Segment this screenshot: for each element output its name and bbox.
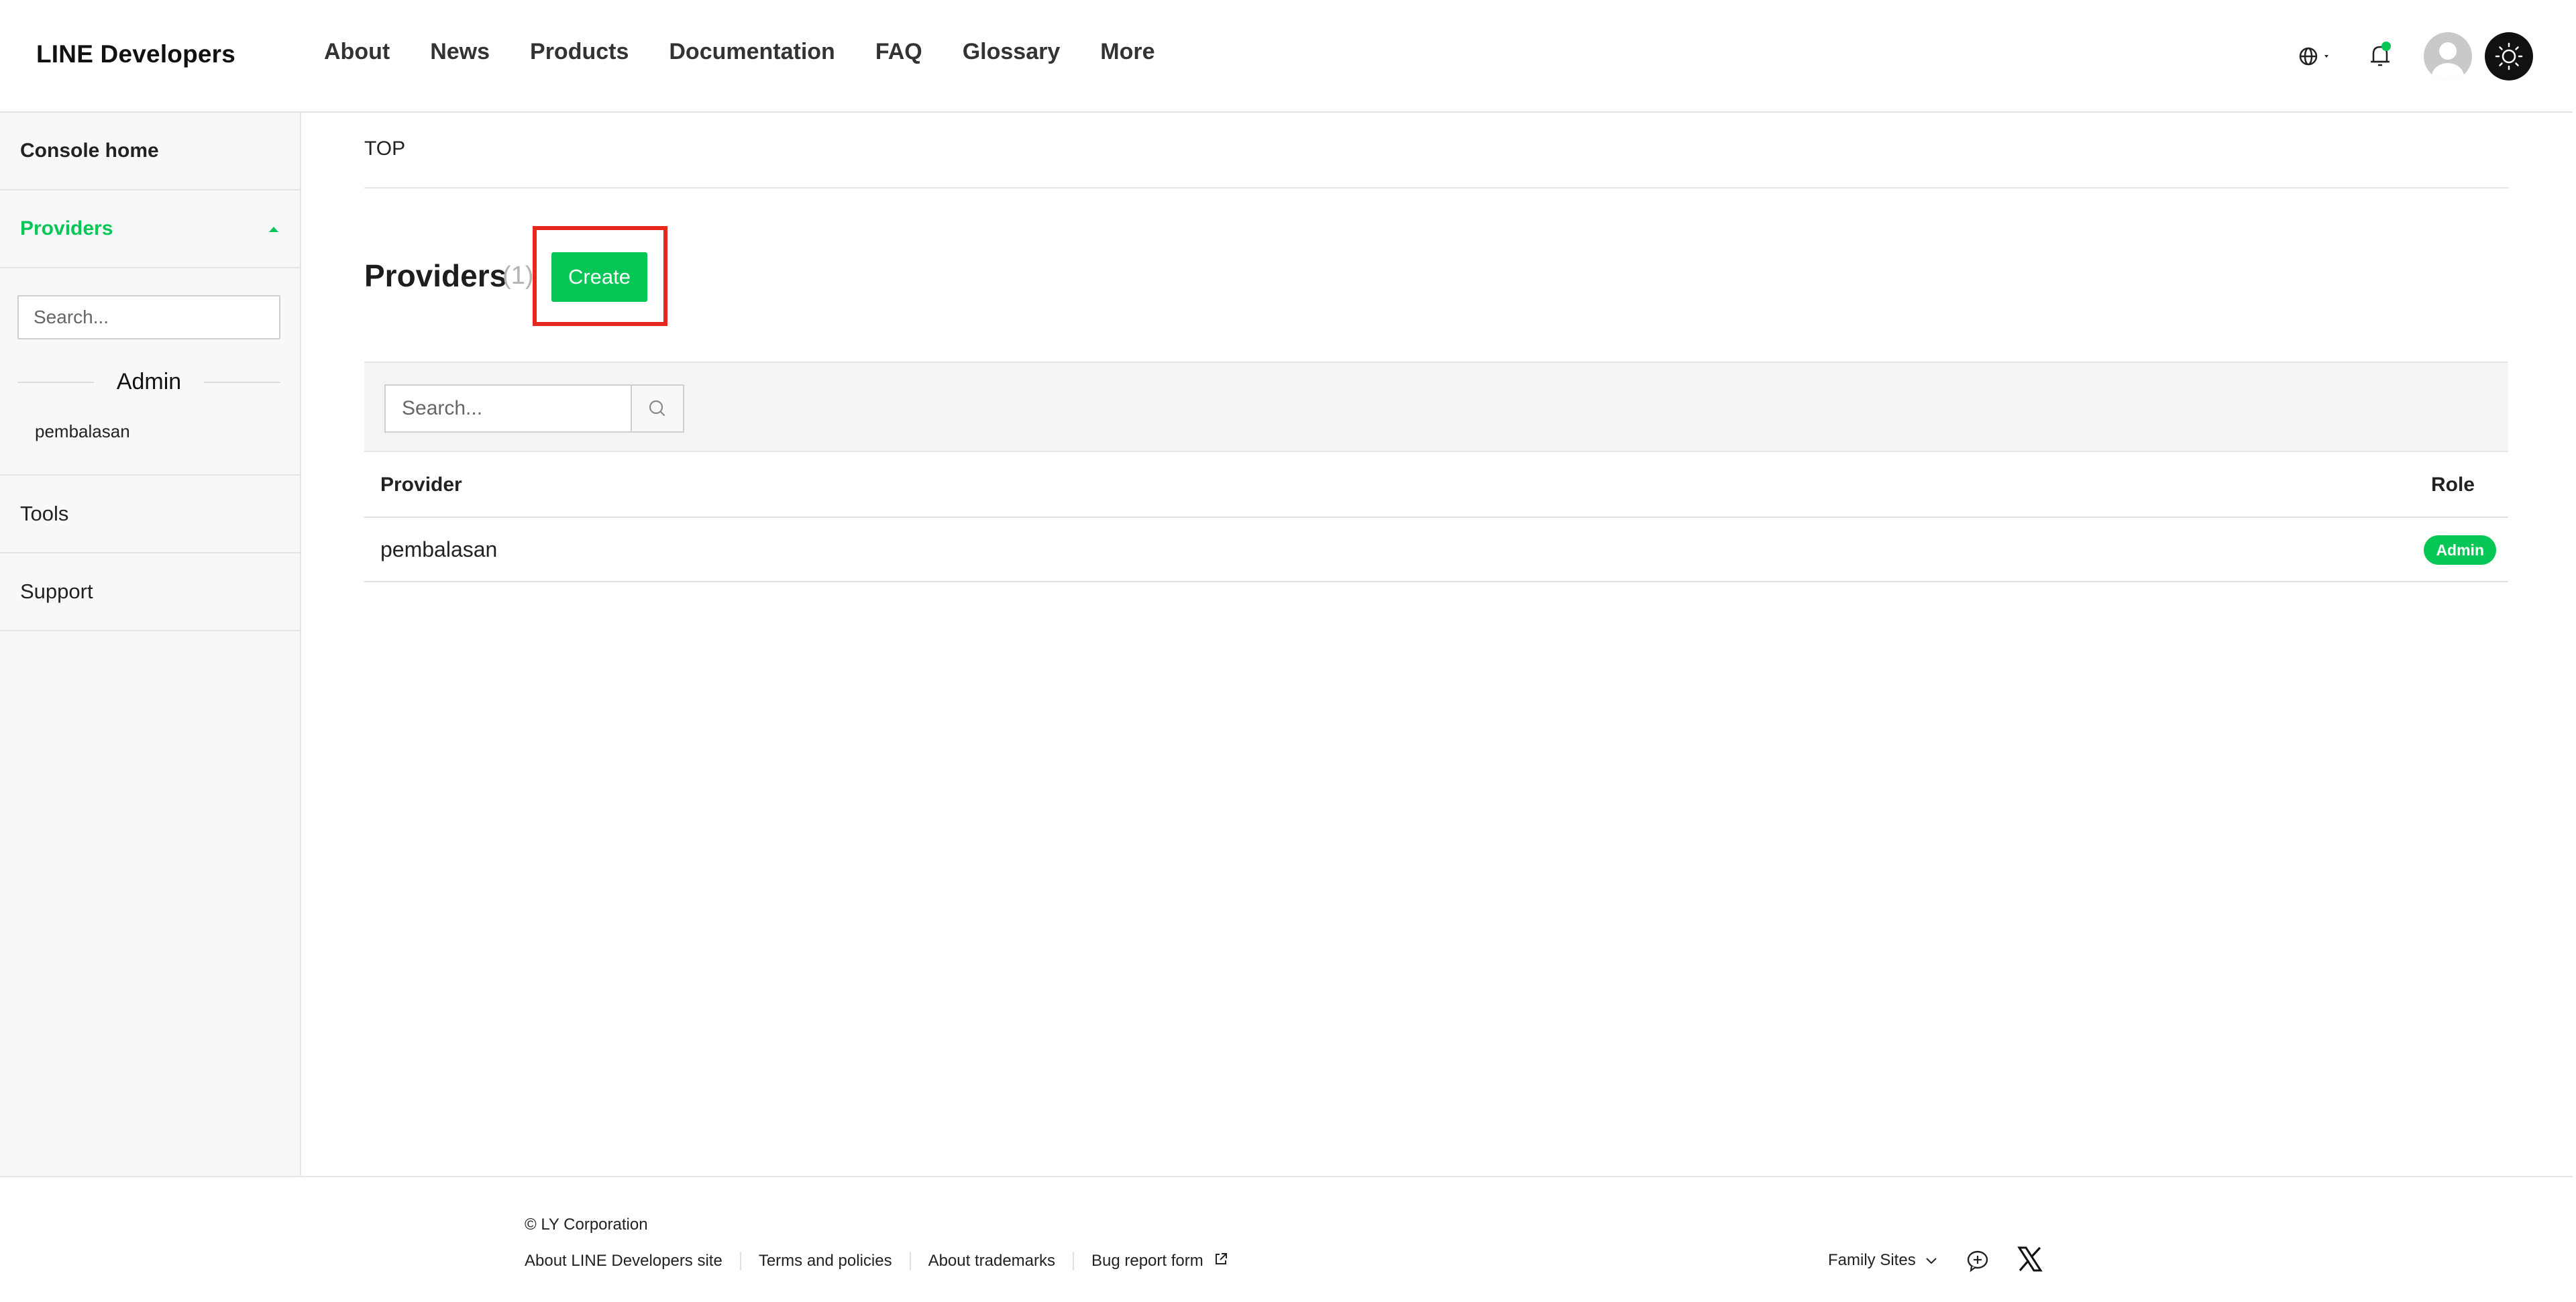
globe-icon	[2299, 47, 2328, 66]
main-nav: About News Products Documentation FAQ Gl…	[324, 39, 1195, 65]
breadcrumb[interactable]: TOP	[364, 138, 405, 160]
sidebar-search-input[interactable]	[17, 295, 280, 339]
divider	[739, 1251, 741, 1270]
sidebar-item-label: Tools	[20, 502, 69, 525]
chat-bubble-icon	[1967, 1250, 1988, 1272]
family-sites-dropdown[interactable]: Family Sites	[1828, 1251, 1939, 1270]
divider-line	[204, 382, 280, 383]
avatar[interactable]	[2424, 32, 2472, 80]
sidebar-item-console-home[interactable]: Console home	[0, 113, 300, 191]
create-provider-button[interactable]: Create	[551, 252, 647, 302]
x-logo-icon	[2017, 1246, 2043, 1272]
sun-icon	[2495, 42, 2523, 70]
theme-toggle-button[interactable]	[2485, 32, 2533, 80]
nav-documentation[interactable]: Documentation	[669, 39, 835, 65]
sidebar-item-label: Support	[20, 580, 93, 603]
provider-count: (1)	[502, 262, 534, 290]
footer-link-terms[interactable]: Terms and policies	[759, 1252, 892, 1270]
page-title: Providers	[364, 258, 507, 293]
x-twitter-icon[interactable]	[2017, 1246, 2043, 1272]
provider-name-cell[interactable]: pembalasan	[380, 537, 497, 562]
sidebar-item-support[interactable]: Support	[0, 553, 300, 631]
sidebar-item-label: Providers	[20, 217, 113, 239]
chevron-down-icon	[2324, 55, 2328, 58]
nav-news[interactable]: News	[430, 39, 490, 65]
divider	[1073, 1251, 1074, 1270]
footer-link-bug-report[interactable]: Bug report form	[1091, 1251, 1229, 1270]
caret-up-icon	[269, 227, 278, 232]
sidebar-provider-item[interactable]: pembalasan	[35, 421, 130, 442]
copyright: © LY Corporation	[525, 1215, 648, 1234]
search-icon	[649, 400, 665, 417]
line-developers-logo[interactable]: LINE Developers	[36, 40, 235, 68]
user-icon	[2432, 42, 2464, 80]
nav-glossary[interactable]: Glossary	[963, 39, 1061, 65]
notifications-button[interactable]	[2367, 42, 2394, 70]
table-header: Provider Role	[364, 453, 2508, 518]
language-selector[interactable]	[2298, 44, 2338, 68]
sidebar-item-providers[interactable]: Providers	[0, 191, 300, 268]
column-header-provider: Provider	[380, 474, 462, 496]
sidebar: Console home Providers Admin pembalasan …	[0, 113, 301, 1177]
nav-more[interactable]: More	[1100, 39, 1155, 65]
divider	[909, 1251, 911, 1270]
table-row[interactable]: pembalasan Admin	[364, 518, 2508, 582]
top-header: LINE Developers About News Products Docu…	[0, 0, 2573, 113]
footer-links: About LINE Developers site Terms and pol…	[525, 1251, 1229, 1270]
sidebar-provider-list: Admin pembalasan	[0, 268, 300, 476]
footer-link-trademarks[interactable]: About trademarks	[928, 1252, 1055, 1270]
footer-link-about-site[interactable]: About LINE Developers site	[525, 1252, 722, 1270]
footer-link-label: Bug report form	[1091, 1252, 1203, 1270]
nav-about[interactable]: About	[324, 39, 390, 65]
notification-dot	[2381, 42, 2391, 51]
nav-products[interactable]: Products	[530, 39, 629, 65]
chevron-down-icon	[1926, 1258, 1937, 1264]
divider	[364, 187, 2508, 188]
family-sites-label: Family Sites	[1828, 1251, 1916, 1269]
table-filter-bar	[364, 362, 2508, 452]
provider-search-input[interactable]	[384, 384, 631, 433]
line-chat-icon[interactable]	[1966, 1248, 1990, 1272]
sidebar-item-label: Console home	[20, 140, 159, 162]
role-badge: Admin	[2424, 535, 2496, 565]
role-divider: Admin	[17, 369, 280, 396]
column-header-role: Role	[2430, 474, 2475, 496]
search-button[interactable]	[631, 384, 684, 433]
nav-faq[interactable]: FAQ	[875, 39, 922, 65]
sidebar-item-tools[interactable]: Tools	[0, 476, 300, 553]
external-link-icon	[1216, 1253, 1228, 1264]
footer: © LY Corporation About LINE Developers s…	[0, 1176, 2573, 1302]
